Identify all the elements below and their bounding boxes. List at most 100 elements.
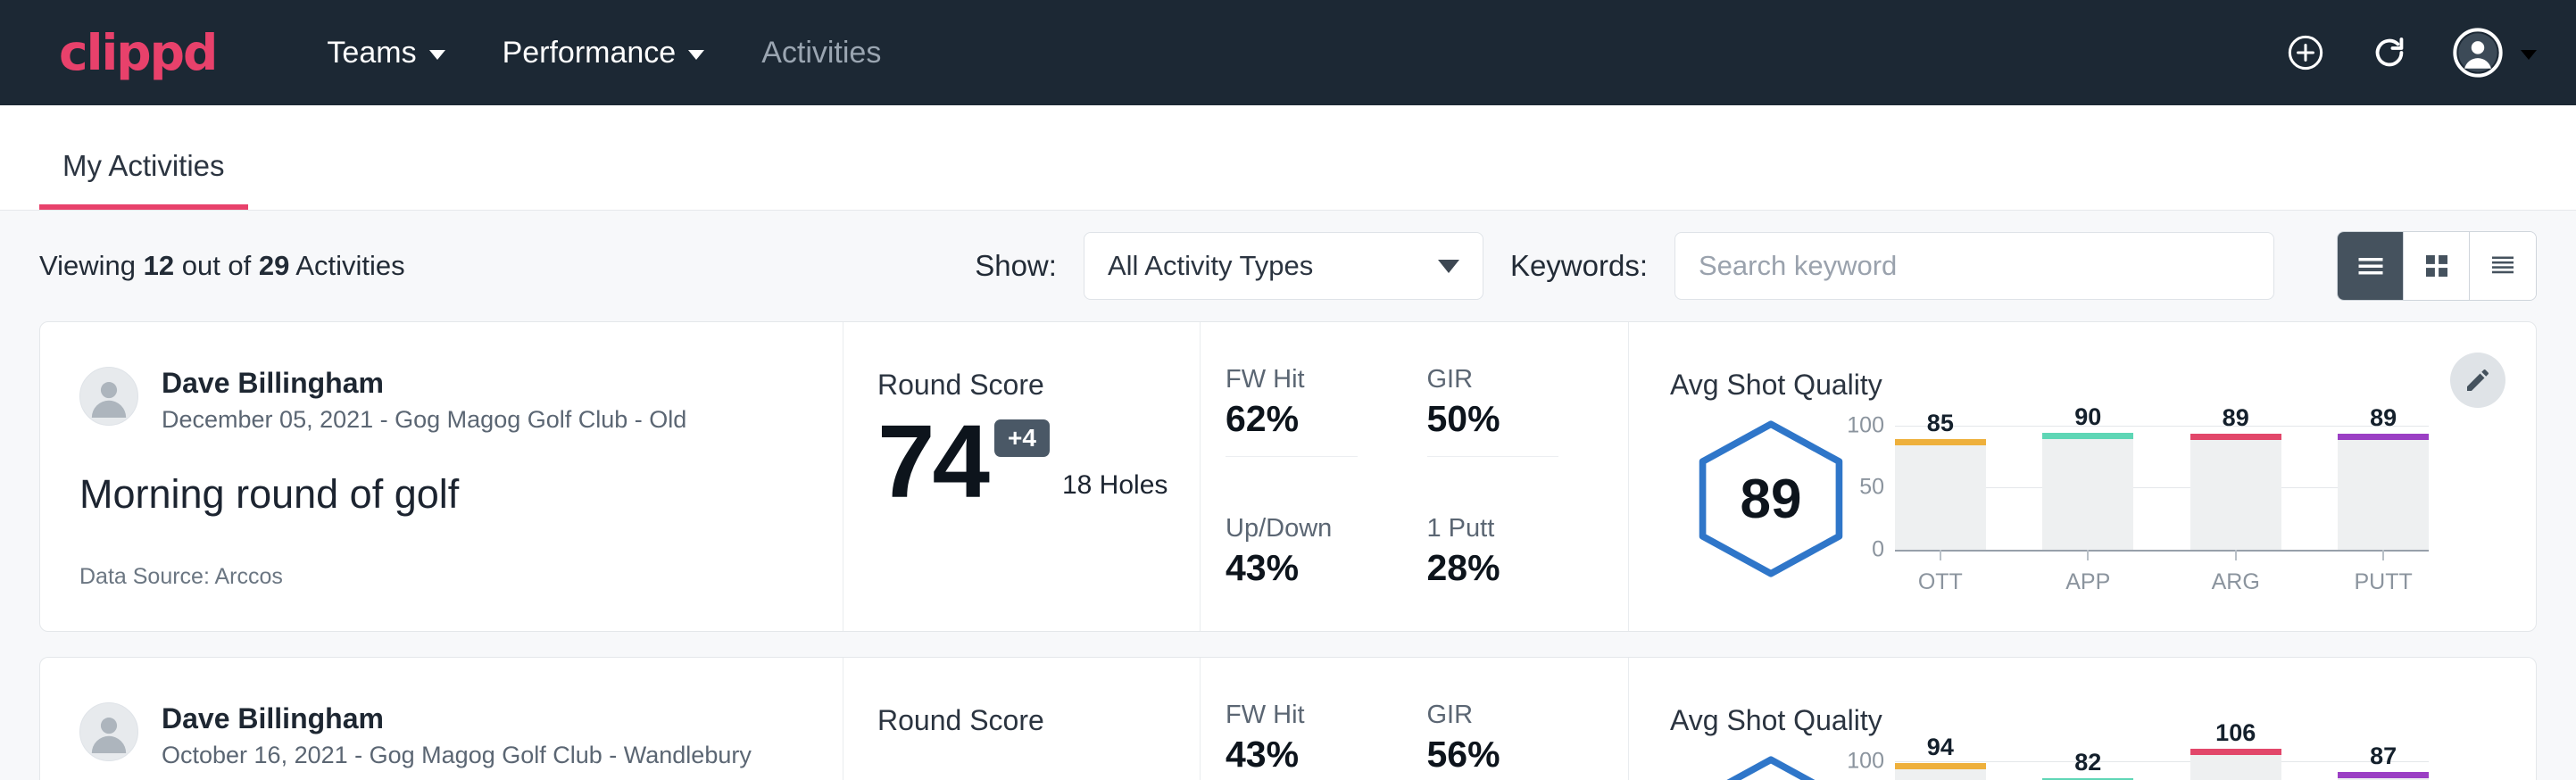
x-axis-tick-label: ARG [2190,569,2281,595]
bar-app: 90 [2042,438,2133,550]
stat-one-putt: 1 Putt 28% [1427,514,1602,632]
viewing-count: 12 [144,250,174,281]
activity-card[interactable]: Dave Billingham December 05, 2021 - Gog … [39,321,2537,632]
bar-cap [2190,749,2281,755]
bar-putt: 89 [2338,439,2429,550]
stat-label: GIR [1427,365,1602,394]
compact-list-icon [2487,250,2519,282]
bar-group: 90 [2042,407,2133,550]
bar-series: 85 90 89 89 [1895,407,2429,550]
compact-view-button[interactable] [2470,232,2536,300]
round-score-row [877,750,1200,759]
round-score-label: Round Score [877,369,1200,402]
view-mode-toggle-group [2337,231,2537,301]
stat-up-down: Up/Down 43% [1226,514,1400,632]
shot-quality-column: Avg Shot Quality 89 05010085908989OTTAPP… [1629,322,2536,631]
y-axis-tick-label: 100 [1847,412,1884,438]
x-tick [2042,550,2133,560]
user-avatar-icon [80,367,137,426]
stat-gir: GIR 50% [1427,365,1602,514]
shot-quality-body: 050100948210687OTTAPPARGPUTT [1670,743,2536,780]
score-delta-badge: +4 [994,419,1050,457]
nav-right-actions [2285,28,2537,78]
user-avatar-menu[interactable] [2453,28,2537,78]
chevron-down-icon [429,50,445,60]
list-view-button[interactable] [2338,232,2404,300]
shot-quality-bar-chart: 05010085908989OTTAPPARGPUTT [1895,407,2536,594]
author-name: Dave Billingham [162,367,686,400]
viewing-total: 29 [259,250,289,281]
avg-shot-quality-label: Avg Shot Quality [1670,369,2536,402]
list-icon [2355,250,2387,282]
activity-title: Morning round of golf [79,471,803,518]
x-tick [2190,550,2281,560]
hexagon-score: 89 [1670,407,1872,580]
bar-value-label: 89 [2338,404,2429,432]
author-text: Dave Billingham December 05, 2021 - Gog … [162,367,686,434]
bar-ott: 85 [1895,444,1986,550]
viewing-count-text: Viewing 12 out of 29 Activities [39,250,405,282]
tab-my-activities-label: My Activities [62,149,225,182]
stat-value: 56% [1427,734,1602,776]
hexagon-value: 89 [1690,418,1852,580]
filter-toolbar: Viewing 12 out of 29 Activities Show: Al… [0,211,2576,321]
bar-cap [2190,434,2281,440]
viewing-prefix: Viewing [39,250,144,281]
bar-series: 948210687 [1895,743,2429,780]
activity-meta: December 05, 2021 - Gog Magog Golf Club … [162,406,686,434]
hexagon-shape [1690,753,1852,780]
divider [1427,456,1559,457]
activity-info-column: Dave Billingham December 05, 2021 - Gog … [40,322,843,631]
bar-value-label: 94 [1895,734,1986,761]
stat-value: 43% [1226,734,1400,776]
search-keyword-box[interactable] [1674,232,2274,300]
bar-group: 94 [1895,743,1986,780]
user-avatar-icon [80,702,137,761]
bar-value-label: 87 [2338,743,2429,770]
activity-card[interactable]: Dave Billingham October 16, 2021 - Gog M… [39,657,2537,780]
avatar [79,702,138,761]
plus-circle-icon[interactable] [2285,32,2326,73]
stat-gir: GIR 56% [1427,701,1602,780]
stat-label: 1 Putt [1427,514,1602,544]
activity-type-select[interactable]: All Activity Types [1084,232,1483,300]
stat-label: FW Hit [1226,365,1400,394]
bar-value-label: 90 [2042,403,2133,431]
stats-column: FW Hit 62% GIR 50% Up/Down 43% 1 Putt 28… [1201,322,1629,631]
nav-item-teams-label: Teams [327,36,416,71]
bar-group: 89 [2190,407,2281,550]
hexagon-shape: 89 [1690,418,1852,580]
x-tick [1895,550,1986,560]
refresh-icon[interactable] [2369,32,2410,73]
bar-cap [1895,763,1986,769]
bar-ott: 94 [1895,768,1986,780]
nav-item-activities[interactable]: Activities [733,36,910,71]
user-avatar-icon [2453,28,2503,78]
pencil-icon [2464,366,2492,394]
stat-label: GIR [1427,701,1602,730]
bar-group: 85 [1895,407,1986,550]
round-score-value: 74 [877,414,987,510]
nav-item-teams[interactable]: Teams [298,36,473,71]
x-axis-tick-label: PUTT [2338,569,2429,595]
grid-view-button[interactable] [2404,232,2470,300]
edit-activity-button[interactable] [2450,353,2505,408]
nav-item-performance[interactable]: Performance [474,36,734,71]
bar-value-label: 106 [2190,719,2281,747]
y-axis-tick-label: 50 [1859,475,1884,501]
app-logo[interactable]: clippd [59,29,216,78]
stat-label: Up/Down [1226,514,1400,544]
activity-meta: October 16, 2021 - Gog Magog Golf Club -… [162,742,752,769]
bar-cap [2042,433,2133,439]
tab-my-activities[interactable]: My Activities [39,149,248,210]
activity-type-value: All Activity Types [1108,250,1438,282]
viewing-suffix: Activities [289,250,404,281]
activity-data-source: Data Source: Arccos [79,564,803,590]
main-nav-links: Teams Performance Activities [298,36,910,71]
x-axis-ticks [1895,550,2429,560]
search-input[interactable] [1699,250,2250,282]
bar-group: 89 [2338,407,2429,550]
bar-value-label: 89 [2190,404,2281,432]
shot-quality-bar-chart: 050100948210687OTTAPPARGPUTT [1895,743,2536,780]
round-score-column: Round Score 74 +4 18 Holes [843,322,1201,631]
